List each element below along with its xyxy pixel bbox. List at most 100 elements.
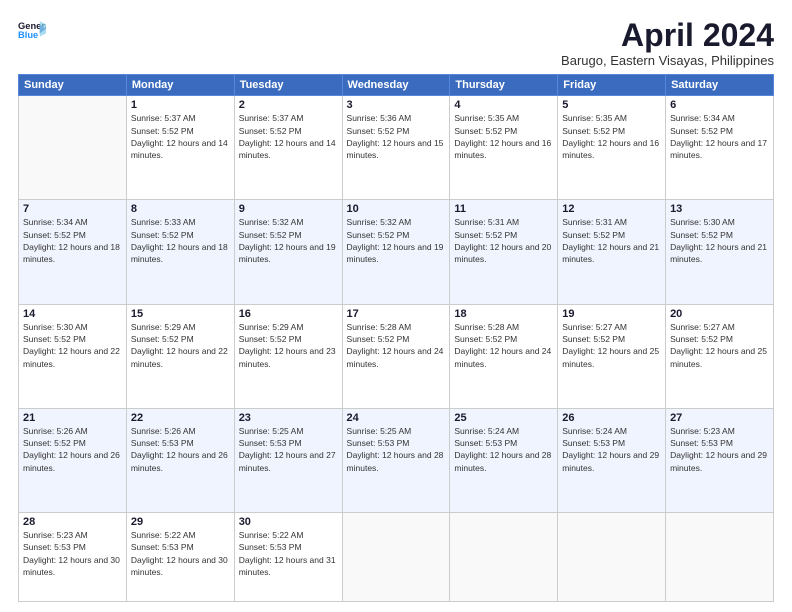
svg-text:Blue: Blue bbox=[18, 30, 38, 40]
table-row: 13Sunrise: 5:30 AMSunset: 5:52 PMDayligh… bbox=[666, 200, 774, 304]
day-number: 16 bbox=[239, 308, 338, 320]
table-row: 2Sunrise: 5:37 AMSunset: 5:52 PMDaylight… bbox=[234, 96, 342, 200]
day-info: Sunrise: 5:32 AMSunset: 5:52 PMDaylight:… bbox=[347, 216, 446, 265]
table-row: 1Sunrise: 5:37 AMSunset: 5:52 PMDaylight… bbox=[126, 96, 234, 200]
location: Barugo, Eastern Visayas, Philippines bbox=[561, 53, 774, 68]
table-row: 17Sunrise: 5:28 AMSunset: 5:52 PMDayligh… bbox=[342, 304, 450, 408]
col-wednesday: Wednesday bbox=[342, 75, 450, 96]
col-tuesday: Tuesday bbox=[234, 75, 342, 96]
table-row: 8Sunrise: 5:33 AMSunset: 5:52 PMDaylight… bbox=[126, 200, 234, 304]
table-row: 16Sunrise: 5:29 AMSunset: 5:52 PMDayligh… bbox=[234, 304, 342, 408]
table-row: 24Sunrise: 5:25 AMSunset: 5:53 PMDayligh… bbox=[342, 408, 450, 512]
day-info: Sunrise: 5:35 AMSunset: 5:52 PMDaylight:… bbox=[454, 112, 553, 161]
day-number: 27 bbox=[670, 412, 769, 424]
table-row: 18Sunrise: 5:28 AMSunset: 5:52 PMDayligh… bbox=[450, 304, 558, 408]
day-number: 18 bbox=[454, 308, 553, 320]
day-info: Sunrise: 5:37 AMSunset: 5:52 PMDaylight:… bbox=[131, 112, 230, 161]
table-row: 22Sunrise: 5:26 AMSunset: 5:53 PMDayligh… bbox=[126, 408, 234, 512]
table-row: 11Sunrise: 5:31 AMSunset: 5:52 PMDayligh… bbox=[450, 200, 558, 304]
day-number: 6 bbox=[670, 99, 769, 111]
day-number: 9 bbox=[239, 203, 338, 215]
table-row: 3Sunrise: 5:36 AMSunset: 5:52 PMDaylight… bbox=[342, 96, 450, 200]
day-info: Sunrise: 5:28 AMSunset: 5:52 PMDaylight:… bbox=[347, 321, 446, 370]
day-number: 11 bbox=[454, 203, 553, 215]
day-number: 17 bbox=[347, 308, 446, 320]
title-block: April 2024 Barugo, Eastern Visayas, Phil… bbox=[561, 18, 774, 68]
calendar: Sunday Monday Tuesday Wednesday Thursday… bbox=[18, 74, 774, 602]
day-number: 1 bbox=[131, 99, 230, 111]
col-friday: Friday bbox=[558, 75, 666, 96]
table-row: 27Sunrise: 5:23 AMSunset: 5:53 PMDayligh… bbox=[666, 408, 774, 512]
table-row bbox=[19, 96, 127, 200]
day-info: Sunrise: 5:31 AMSunset: 5:52 PMDaylight:… bbox=[562, 216, 661, 265]
table-row bbox=[666, 513, 774, 602]
day-info: Sunrise: 5:23 AMSunset: 5:53 PMDaylight:… bbox=[670, 425, 769, 474]
table-row: 12Sunrise: 5:31 AMSunset: 5:52 PMDayligh… bbox=[558, 200, 666, 304]
day-info: Sunrise: 5:33 AMSunset: 5:52 PMDaylight:… bbox=[131, 216, 230, 265]
day-info: Sunrise: 5:31 AMSunset: 5:52 PMDaylight:… bbox=[454, 216, 553, 265]
table-row: 6Sunrise: 5:34 AMSunset: 5:52 PMDaylight… bbox=[666, 96, 774, 200]
header: General Blue April 2024 Barugo, Eastern … bbox=[18, 18, 774, 68]
logo: General Blue bbox=[18, 18, 46, 46]
col-saturday: Saturday bbox=[666, 75, 774, 96]
table-row: 23Sunrise: 5:25 AMSunset: 5:53 PMDayligh… bbox=[234, 408, 342, 512]
page: General Blue April 2024 Barugo, Eastern … bbox=[0, 0, 792, 612]
day-number: 4 bbox=[454, 99, 553, 111]
day-number: 15 bbox=[131, 308, 230, 320]
day-info: Sunrise: 5:28 AMSunset: 5:52 PMDaylight:… bbox=[454, 321, 553, 370]
day-number: 29 bbox=[131, 516, 230, 528]
table-row: 15Sunrise: 5:29 AMSunset: 5:52 PMDayligh… bbox=[126, 304, 234, 408]
col-sunday: Sunday bbox=[19, 75, 127, 96]
day-info: Sunrise: 5:29 AMSunset: 5:52 PMDaylight:… bbox=[131, 321, 230, 370]
table-row bbox=[342, 513, 450, 602]
day-info: Sunrise: 5:24 AMSunset: 5:53 PMDaylight:… bbox=[562, 425, 661, 474]
table-row bbox=[450, 513, 558, 602]
table-row: 19Sunrise: 5:27 AMSunset: 5:52 PMDayligh… bbox=[558, 304, 666, 408]
table-row: 28Sunrise: 5:23 AMSunset: 5:53 PMDayligh… bbox=[19, 513, 127, 602]
table-row: 9Sunrise: 5:32 AMSunset: 5:52 PMDaylight… bbox=[234, 200, 342, 304]
header-row: Sunday Monday Tuesday Wednesday Thursday… bbox=[19, 75, 774, 96]
calendar-week-row: 14Sunrise: 5:30 AMSunset: 5:52 PMDayligh… bbox=[19, 304, 774, 408]
day-info: Sunrise: 5:24 AMSunset: 5:53 PMDaylight:… bbox=[454, 425, 553, 474]
day-number: 26 bbox=[562, 412, 661, 424]
table-row: 20Sunrise: 5:27 AMSunset: 5:52 PMDayligh… bbox=[666, 304, 774, 408]
day-info: Sunrise: 5:26 AMSunset: 5:53 PMDaylight:… bbox=[131, 425, 230, 474]
day-info: Sunrise: 5:27 AMSunset: 5:52 PMDaylight:… bbox=[670, 321, 769, 370]
day-number: 13 bbox=[670, 203, 769, 215]
day-info: Sunrise: 5:35 AMSunset: 5:52 PMDaylight:… bbox=[562, 112, 661, 161]
day-info: Sunrise: 5:27 AMSunset: 5:52 PMDaylight:… bbox=[562, 321, 661, 370]
day-info: Sunrise: 5:34 AMSunset: 5:52 PMDaylight:… bbox=[670, 112, 769, 161]
day-number: 22 bbox=[131, 412, 230, 424]
day-info: Sunrise: 5:22 AMSunset: 5:53 PMDaylight:… bbox=[239, 529, 338, 578]
table-row bbox=[558, 513, 666, 602]
day-number: 14 bbox=[23, 308, 122, 320]
calendar-week-row: 21Sunrise: 5:26 AMSunset: 5:52 PMDayligh… bbox=[19, 408, 774, 512]
table-row: 26Sunrise: 5:24 AMSunset: 5:53 PMDayligh… bbox=[558, 408, 666, 512]
table-row: 30Sunrise: 5:22 AMSunset: 5:53 PMDayligh… bbox=[234, 513, 342, 602]
day-info: Sunrise: 5:32 AMSunset: 5:52 PMDaylight:… bbox=[239, 216, 338, 265]
table-row: 29Sunrise: 5:22 AMSunset: 5:53 PMDayligh… bbox=[126, 513, 234, 602]
day-info: Sunrise: 5:34 AMSunset: 5:52 PMDaylight:… bbox=[23, 216, 122, 265]
day-number: 5 bbox=[562, 99, 661, 111]
day-number: 20 bbox=[670, 308, 769, 320]
day-info: Sunrise: 5:29 AMSunset: 5:52 PMDaylight:… bbox=[239, 321, 338, 370]
day-info: Sunrise: 5:22 AMSunset: 5:53 PMDaylight:… bbox=[131, 529, 230, 578]
day-number: 12 bbox=[562, 203, 661, 215]
day-info: Sunrise: 5:36 AMSunset: 5:52 PMDaylight:… bbox=[347, 112, 446, 161]
table-row: 5Sunrise: 5:35 AMSunset: 5:52 PMDaylight… bbox=[558, 96, 666, 200]
day-number: 7 bbox=[23, 203, 122, 215]
day-number: 24 bbox=[347, 412, 446, 424]
calendar-week-row: 1Sunrise: 5:37 AMSunset: 5:52 PMDaylight… bbox=[19, 96, 774, 200]
col-thursday: Thursday bbox=[450, 75, 558, 96]
day-number: 10 bbox=[347, 203, 446, 215]
table-row: 14Sunrise: 5:30 AMSunset: 5:52 PMDayligh… bbox=[19, 304, 127, 408]
day-number: 21 bbox=[23, 412, 122, 424]
day-info: Sunrise: 5:25 AMSunset: 5:53 PMDaylight:… bbox=[347, 425, 446, 474]
day-info: Sunrise: 5:30 AMSunset: 5:52 PMDaylight:… bbox=[670, 216, 769, 265]
table-row: 21Sunrise: 5:26 AMSunset: 5:52 PMDayligh… bbox=[19, 408, 127, 512]
day-info: Sunrise: 5:26 AMSunset: 5:52 PMDaylight:… bbox=[23, 425, 122, 474]
day-number: 2 bbox=[239, 99, 338, 111]
col-monday: Monday bbox=[126, 75, 234, 96]
month-title: April 2024 bbox=[561, 18, 774, 53]
calendar-week-row: 7Sunrise: 5:34 AMSunset: 5:52 PMDaylight… bbox=[19, 200, 774, 304]
